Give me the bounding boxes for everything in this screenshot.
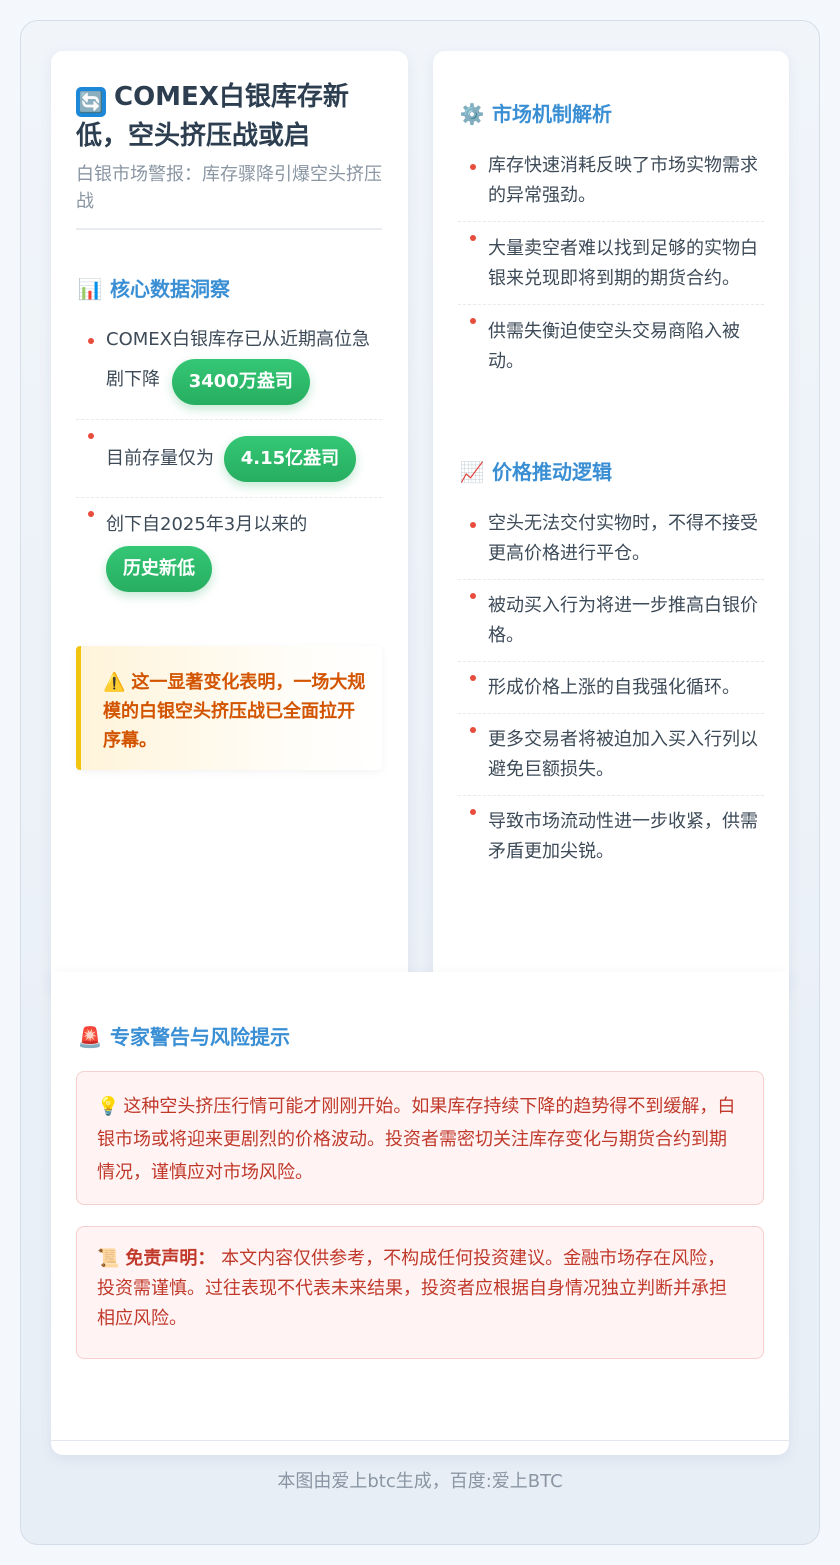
- warning-heading: 🚨 专家警告与风险提示: [76, 1022, 290, 1052]
- disclaimer-box: 📜 免责声明： 本文内容仅供参考，不构成任何投资建议。金融市场存在风险，投资需谨慎…: [76, 1226, 764, 1359]
- price-logic-heading-text: 价格推动逻辑: [492, 460, 612, 484]
- price-logic-heading: 📈 价格推动逻辑: [458, 457, 612, 487]
- list-item: 被动买入行为将进一步推高白银价格。: [458, 580, 764, 662]
- page-title: 🔄 COMEX白银库存新低，空头挤压战或启: [76, 78, 376, 155]
- bar-chart-icon: 📊: [77, 277, 103, 301]
- mechanism-list: 库存快速消耗反映了市场实物需求的异常强劲。 大量卖空者难以找到足够的实物白银来兑…: [458, 151, 764, 377]
- list-item: 大量卖空者难以找到足够的实物白银来兑现即将到期的期货合约。: [458, 222, 764, 305]
- title-divider: [76, 228, 382, 230]
- lightbulb-icon: 💡: [97, 1096, 120, 1117]
- page-subtitle: 白银市场警报：库存骤降引爆空头挤压战: [76, 164, 382, 212]
- warning-icon: ⚠️: [103, 672, 126, 693]
- list-item: 形成价格上涨的自我强化循环。: [458, 662, 764, 714]
- value-badge: 3400万盎司: [171, 359, 310, 405]
- scroll-icon: 📜: [97, 1248, 120, 1269]
- mechanism-heading: ⚙️ 市场机制解析: [458, 99, 612, 129]
- mechanism-heading-text: 市场机制解析: [492, 102, 612, 126]
- disclaimer-label: 免责声明：: [125, 1248, 216, 1269]
- warning-heading-text: 专家警告与风险提示: [110, 1025, 290, 1049]
- list-item-text: 目前存量仅为: [106, 448, 214, 469]
- gear-icon: ⚙️: [459, 102, 485, 126]
- risk-tip-text: 这种空头挤压行情可能才刚刚开始。如果库存持续下降的趋势得不到缓解，白银市场或将迎…: [97, 1096, 736, 1183]
- core-data-heading: 📊 核心数据洞察: [76, 274, 230, 304]
- price-logic-list: 空头无法交付实物时，不得不接受更高价格进行平仓。 被动买入行为将进一步推高白银价…: [458, 509, 764, 867]
- page-title-text: COMEX白银库存新低，空头挤压战或启: [76, 82, 349, 151]
- insight-callout: ⚠️ 这一显著变化表明，一场大规模的白银空头挤压战已全面拉开序幕。: [76, 646, 382, 770]
- list-item: 库存快速消耗反映了市场实物需求的异常强劲。: [458, 151, 764, 222]
- list-item: 创下自2025年3月以来的 历史新低: [76, 498, 382, 592]
- list-item: COMEX白银库存已从近期高位急剧下降 3400万盎司: [76, 325, 382, 420]
- value-badge: 4.15亿盎司: [223, 436, 357, 482]
- list-item: 更多交易者将被迫加入买入行列以避免巨额损失。: [458, 714, 764, 796]
- list-item-text: 创下自2025年3月以来的: [106, 514, 308, 535]
- footer-credit: 本图由爱上btc生成，百度:爱上BTC: [277, 1471, 563, 1492]
- trend-up-icon: 📈: [459, 460, 485, 484]
- risk-tip-box: 💡 这种空头挤压行情可能才刚刚开始。如果库存持续下降的趋势得不到缓解，白银市场或将…: [76, 1071, 764, 1205]
- siren-icon: 🚨: [77, 1025, 103, 1049]
- value-badge: 历史新低: [106, 546, 212, 592]
- core-data-list: COMEX白银库存已从近期高位急剧下降 3400万盎司 目前存量仅为 4.15亿…: [76, 325, 382, 592]
- core-data-heading-text: 核心数据洞察: [110, 277, 230, 301]
- refresh-icon: 🔄: [76, 87, 106, 117]
- list-item: 供需失衡迫使空头交易商陷入被动。: [458, 305, 764, 377]
- list-item: 导致市场流动性进一步收紧，供需矛盾更加尖锐。: [458, 796, 764, 867]
- bottom-divider: [51, 1440, 789, 1441]
- list-item: 空头无法交付实物时，不得不接受更高价格进行平仓。: [458, 509, 764, 580]
- list-item: 目前存量仅为 4.15亿盎司: [76, 420, 382, 498]
- callout-text: 这一显著变化表明，一场大规模的白银空头挤压战已全面拉开序幕。: [103, 672, 366, 751]
